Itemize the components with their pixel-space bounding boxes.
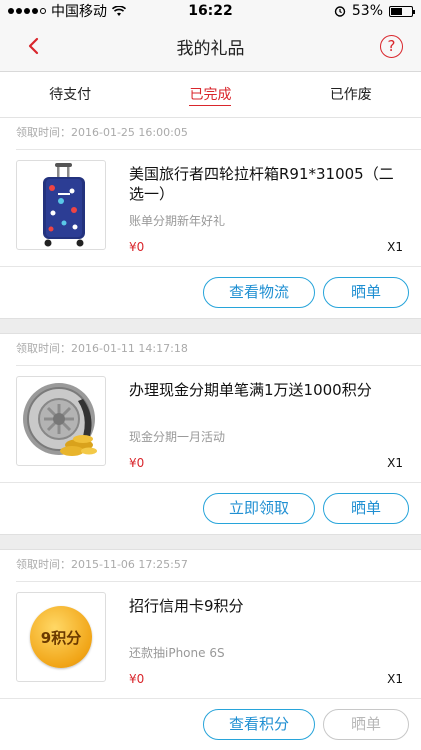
order-item[interactable]: 9积分 招行信用卡9积分 还款抽iPhone 6S ¥0 X1: [0, 582, 421, 699]
order-time: 领取时间：2015-11-06 17:25:57: [0, 550, 421, 582]
points-coin-label: 9积分: [40, 628, 82, 647]
back-icon[interactable]: [22, 34, 46, 58]
order-item[interactable]: 办理现金分期单笔满1万送1000积分 现金分期一月活动 ¥0 X1: [0, 366, 421, 483]
item-campaign: 还款抽iPhone 6S: [129, 646, 225, 660]
share-order-button[interactable]: 晒单: [323, 493, 409, 524]
order-card: 领取时间：2016-01-11 14:17:18 办理现金分期单笔满1万送100…: [0, 334, 421, 534]
item-price: ¥0: [129, 672, 145, 686]
help-icon[interactable]: ?: [380, 35, 403, 58]
view-logistics-button[interactable]: 查看物流: [203, 277, 315, 308]
tab-pending-payment[interactable]: 待支付: [0, 72, 140, 118]
claim-now-button[interactable]: 立即领取: [203, 493, 315, 524]
vault-coins-image: [16, 376, 106, 466]
item-quantity: X1: [387, 456, 403, 470]
item-quantity: X1: [387, 672, 403, 686]
divider: [0, 318, 421, 334]
battery-percent: 53%: [351, 3, 383, 19]
item-campaign: 账单分期新年好礼: [129, 214, 226, 228]
suitcase-image: [16, 160, 106, 250]
order-time: 领取时间：2016-01-11 14:17:18: [0, 334, 421, 366]
order-item[interactable]: 美国旅行者四轮拉杆箱R91*31005（二选一） 账单分期新年好礼 ¥0 X1: [0, 150, 421, 267]
item-name: 美国旅行者四轮拉杆箱R91*31005（二选一）: [129, 165, 394, 203]
order-card: 领取时间：2015-11-06 17:25:57 9积分 招行信用卡9积分 还款…: [0, 550, 421, 750]
item-price: ¥0: [129, 456, 145, 470]
order-card: 领取时间：2016-01-25 16:00:05 美国旅行者四轮拉杆箱R91*3…: [0, 118, 421, 318]
status-bar: 中国移动 16:22 53%: [0, 0, 421, 22]
share-order-button[interactable]: 晒单: [323, 277, 409, 308]
order-time: 领取时间：2016-01-25 16:00:05: [0, 118, 421, 150]
item-name: 办理现金分期单笔满1万送1000积分: [129, 381, 372, 399]
item-quantity: X1: [387, 240, 403, 254]
item-name: 招行信用卡9积分: [129, 597, 244, 615]
item-price: ¥0: [129, 240, 145, 254]
battery-icon: [389, 5, 415, 17]
tab-completed[interactable]: 已完成: [140, 72, 280, 118]
points-coin-image: 9积分: [16, 592, 106, 682]
alarm-icon: [334, 6, 346, 17]
nav-bar: 我的礼品 ?: [0, 22, 421, 72]
item-campaign: 现金分期一月活动: [129, 430, 226, 444]
tab-voided[interactable]: 已作废: [281, 72, 421, 118]
tab-bar: 待支付 已完成 已作废: [0, 72, 421, 118]
wifi-icon: [112, 5, 126, 16]
signal-icon: [8, 8, 46, 14]
view-points-button[interactable]: 查看积分: [203, 709, 315, 740]
share-order-button: 晒单: [323, 709, 409, 740]
page-title: 我的礼品: [176, 39, 245, 59]
carrier-label: 中国移动: [51, 4, 107, 20]
divider: [0, 534, 421, 550]
